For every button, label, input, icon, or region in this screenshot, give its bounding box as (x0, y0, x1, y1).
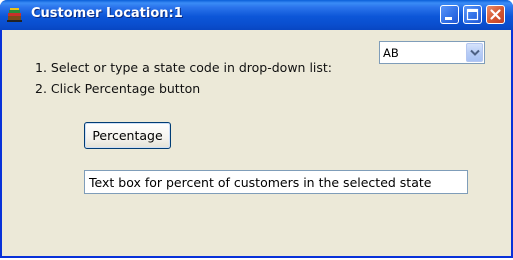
minimize-button[interactable] (440, 5, 459, 24)
maximize-button[interactable] (463, 5, 482, 24)
close-button[interactable] (486, 5, 505, 24)
percentage-button[interactable]: Percentage (84, 122, 171, 149)
window-title: Customer Location:1 (31, 6, 183, 21)
title-bar[interactable]: Customer Location:1 (0, 0, 513, 30)
state-code-dropdown[interactable]: AB (379, 41, 485, 64)
maximize-icon (466, 8, 479, 21)
minimize-icon (445, 17, 452, 20)
app-icon (6, 7, 24, 23)
percent-result-textbox[interactable]: Text box for percent of customers in the… (84, 170, 468, 194)
instruction-step-2: 2. Click Percentage button (35, 81, 201, 96)
close-icon (490, 9, 501, 20)
instruction-step-1: 1. Select or type a state code in drop-d… (35, 60, 333, 75)
chevron-down-icon (470, 49, 480, 56)
dropdown-arrow-button[interactable] (466, 43, 483, 62)
state-code-value[interactable]: AB (383, 46, 399, 60)
customer-location-window: Customer Location:1 1. Select or type a … (0, 0, 513, 258)
